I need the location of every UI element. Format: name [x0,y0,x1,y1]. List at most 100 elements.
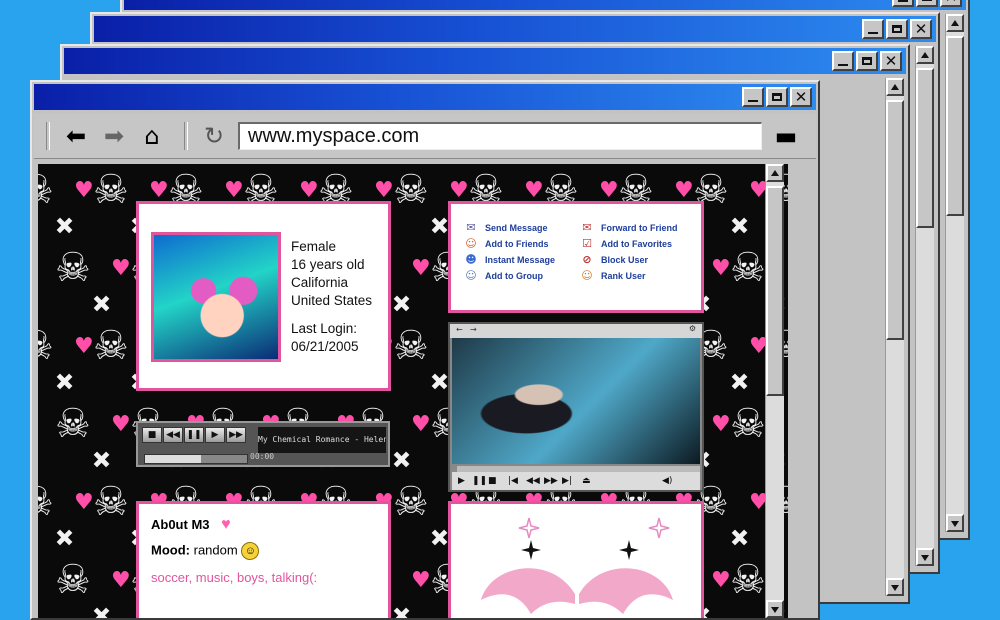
scroll-up-button[interactable] [916,46,934,64]
scroll-up-button[interactable] [886,78,904,96]
crossbone-icon: ✚ [84,442,119,478]
scroll-down-button[interactable] [766,600,784,618]
video-controls: ▶ ❚❚ ■ |◀ ◀◀ ▶▶ ▶| ⏏ ◀) [452,472,700,490]
video-rewind-icon[interactable]: ◀◀ [526,472,540,490]
scroll-up-button[interactable] [766,164,784,182]
maximize-button[interactable] [766,87,788,107]
video-eject-icon[interactable]: ⏏ [582,472,591,490]
maximize-button[interactable] [886,19,908,39]
glitter-heart-icon: ♥ [111,256,131,281]
toolbar-separator [184,122,188,150]
glitter-heart-icon: ♥ [786,258,788,280]
vertical-scrollbar[interactable] [945,14,964,532]
close-button[interactable]: ✕ [880,51,902,71]
favorite-icon: ☑ [582,237,592,250]
glitter-heart-icon: ♥ [411,412,431,437]
minimize-button[interactable] [862,19,884,39]
profile-country: United States [291,293,373,308]
send-message-link[interactable]: ✉ Send Message [463,222,579,234]
volume-slider[interactable] [144,454,248,464]
toolbar-separator [46,122,50,150]
skull-icon: ☠ [55,401,91,447]
scroll-up-button[interactable] [946,14,964,32]
vertical-scrollbar[interactable] [915,46,934,566]
glitter-heart-icon: ♥ [711,412,731,437]
back-arrow-icon[interactable]: ⬅ [62,122,90,150]
mood-line: Mood: random ☺ [151,542,260,560]
skull-icon: ☠ [38,482,54,522]
video-screen[interactable] [452,338,700,464]
video-fast-forward-icon[interactable]: ▶▶ [544,472,558,490]
add-friend-icon: ☺ [465,237,477,250]
glitter-heart-icon: ♥ [411,568,431,593]
close-button[interactable]: ✕ [910,19,932,39]
glitter-heart-icon: ♥ [711,568,731,593]
home-icon[interactable]: ⌂ [138,122,166,150]
add-to-group-link[interactable]: ☺ Add to Group [463,270,579,282]
crossbone-icon: ✚ [384,442,419,478]
instant-message-link[interactable]: ☻ Instant Message [463,254,579,266]
myspace-profile-page: ☠✚♥☠✚♥☠✚♥☠✚♥☠✚♥☠✚♥☠✚♥☠✚♥☠✚♥☠✚♥☠✚♥☠✚♥☠✚♥☠… [38,164,788,618]
pause-button[interactable]: ❚❚ [184,427,204,443]
profile-age: 16 years old [291,257,365,272]
close-button[interactable]: ✕ [940,0,962,7]
sparkle-icon [521,540,541,560]
page-vertical-scrollbar[interactable] [765,164,784,618]
crossbone-icon: ✚ [84,286,119,322]
maximize-button[interactable] [856,51,878,71]
stop-button[interactable]: ■ [142,427,162,443]
video-back-icon[interactable]: ← [456,325,463,334]
folder-icon[interactable]: ▬ [772,122,800,150]
scroll-down-button[interactable] [886,578,904,596]
settings-gear-icon[interactable]: ⚙ [689,324,696,333]
skull-icon: ☠ [393,323,429,369]
title-bar: ✕ [94,16,936,42]
glitter-heart-icon: ♥ [674,178,694,203]
previous-button[interactable]: ◀◀ [163,427,183,443]
video-skip-back-icon[interactable]: |◀ [508,472,518,490]
profile-photo[interactable] [151,232,281,362]
skull-icon: ☠ [55,245,91,291]
butterfly-left-wing [481,568,575,614]
skull-icon: ☠ [93,323,129,369]
video-pause-icon[interactable]: ❚❚ [472,472,487,490]
skull-icon: ☠ [55,557,91,603]
skull-icon: ☠ [393,167,429,213]
video-forward-icon[interactable]: → [470,325,477,334]
close-button[interactable]: ✕ [790,87,812,107]
skull-icon: ☠ [393,479,429,525]
video-stop-icon[interactable]: ■ [488,472,497,490]
glitter-heart-icon: ♥ [786,414,788,436]
crossbone-icon: ✚ [47,520,82,556]
crossbone-icon: ✚ [47,364,82,400]
add-to-favorites-link[interactable]: ☑ Add to Favorites [579,238,695,250]
maximize-button[interactable] [916,0,938,7]
browser-window: ✕ ⬅ ➡ ⌂ ↻ www.myspace.com ▬ ☠✚♥☠✚♥☠✚♥☠✚♥… [30,80,820,620]
video-play-icon[interactable]: ▶ [458,472,465,490]
scroll-thumb[interactable] [766,186,784,396]
video-skip-forward-icon[interactable]: ▶| [562,472,572,490]
scroll-down-button[interactable] [946,514,964,532]
minimize-button[interactable] [892,0,914,7]
add-to-friends-link[interactable]: ☺ Add to Friends [463,238,579,250]
glitter-heart-icon: ♥ [74,178,94,203]
scroll-down-button[interactable] [916,548,934,566]
forward-to-friend-link[interactable]: ✉ Forward to Friend [579,222,695,234]
minimize-button[interactable] [742,87,764,107]
title-bar: ✕ [64,48,906,74]
video-volume-icon[interactable]: ◀) [662,472,672,490]
block-user-link[interactable]: ⊘ Block User [579,254,695,266]
crossbone-icon: ✚ [84,598,119,618]
play-button[interactable]: ▶ [205,427,225,443]
refresh-icon[interactable]: ↻ [200,122,228,150]
interests-text: soccer, music, boys, talking(: [151,570,318,585]
glitter-heart-icon: ♥ [299,178,319,203]
minimize-button[interactable] [832,51,854,71]
forward-arrow-icon[interactable]: ➡ [100,122,128,150]
rank-user-link[interactable]: ☺ Rank User [579,270,695,282]
vertical-scrollbar[interactable] [885,78,904,596]
butterfly-artwork [481,517,673,614]
next-button[interactable]: ▶▶ [226,427,246,443]
address-bar[interactable]: www.myspace.com [238,122,762,150]
skull-icon: ☠ [38,170,54,210]
